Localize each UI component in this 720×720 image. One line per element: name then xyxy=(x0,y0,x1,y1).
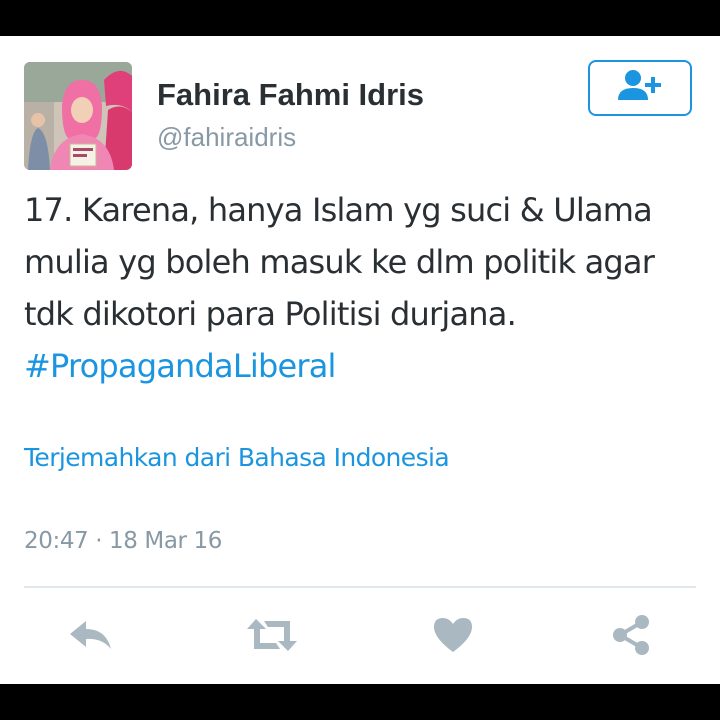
divider xyxy=(24,586,696,588)
tweet-body: 17. Karena, hanya Islam yg suci & Ulama … xyxy=(24,191,655,333)
screen: Fahira Fahmi Idris @fahiraidris 17. Kare… xyxy=(0,0,720,720)
user-handle[interactable]: @fahiraidris xyxy=(157,122,296,153)
tweet-card: Fahira Fahmi Idris @fahiraidris 17. Kare… xyxy=(0,36,720,684)
timestamp: 20:47 · 18 Mar 16 xyxy=(24,528,222,554)
heart-icon xyxy=(432,616,474,659)
hashtag-link[interactable]: #PropagandaLiberal xyxy=(24,347,336,385)
reply-icon xyxy=(68,618,114,657)
like-button[interactable] xyxy=(428,614,478,660)
follow-button[interactable] xyxy=(588,60,692,116)
add-user-icon xyxy=(616,69,664,108)
bottom-bar xyxy=(0,684,720,720)
share-button[interactable] xyxy=(606,614,656,660)
share-icon xyxy=(609,614,653,661)
retweet-button[interactable] xyxy=(244,614,300,660)
reply-button[interactable] xyxy=(66,614,116,660)
translate-link[interactable]: Terjemahkan dari Bahasa Indonesia xyxy=(24,443,450,472)
retweet-icon xyxy=(244,617,300,658)
tweet-text: 17. Karena, hanya Islam yg suci & Ulama … xyxy=(24,184,694,392)
avatar[interactable] xyxy=(24,62,132,170)
display-name[interactable]: Fahira Fahmi Idris xyxy=(157,77,424,113)
